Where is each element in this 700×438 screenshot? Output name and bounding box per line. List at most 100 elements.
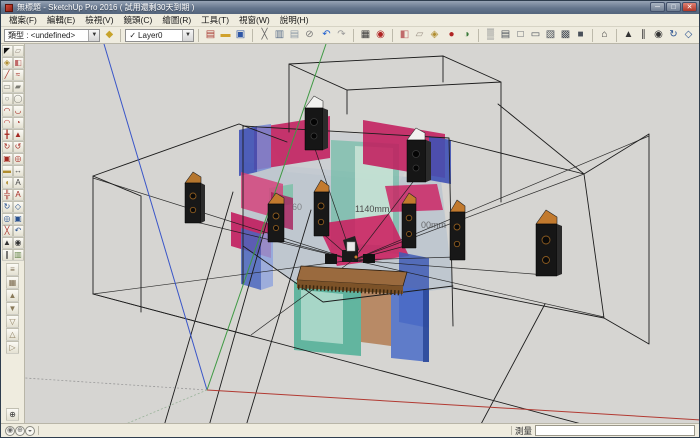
chevron-down-icon[interactable]: ▼	[88, 30, 99, 41]
smoove-icon[interactable]: ▲	[6, 289, 19, 302]
add-location-icon[interactable]: ●	[444, 28, 459, 43]
move-icon[interactable]: ╋	[2, 129, 13, 141]
new-icon[interactable]: ▤	[203, 28, 218, 43]
layer-combo[interactable]: ✓ Layer0 ▼	[125, 29, 194, 42]
push-pull-icon[interactable]: ▲	[13, 129, 24, 141]
axes-icon[interactable]: ╬	[2, 189, 13, 201]
line-icon[interactable]: ╱	[2, 69, 13, 81]
tape-measure-icon[interactable]: ▬	[2, 165, 13, 177]
3d-text-icon[interactable]: A	[13, 189, 24, 201]
follow-me-icon[interactable]: ↺	[13, 141, 24, 153]
walk-icon[interactable]: ∥	[636, 28, 651, 43]
scale-icon[interactable]: ▣	[2, 153, 13, 165]
zoom-icon[interactable]: ◎	[2, 213, 13, 225]
toolbar-separator	[616, 29, 617, 42]
make-component-icon[interactable]: ◈	[2, 57, 13, 69]
arc-icon[interactable]: ◠	[2, 117, 13, 129]
hidden-line-icon[interactable]: ▭	[528, 28, 543, 43]
measurements-input[interactable]	[535, 425, 695, 436]
menu-item-3[interactable]: 鏡頭(C)	[119, 14, 158, 27]
classifier-tag-icon[interactable]: ◆	[102, 28, 116, 43]
orbit-icon[interactable]: ↻	[666, 28, 681, 43]
pan-icon[interactable]: ◇	[681, 28, 696, 43]
monochrome-icon[interactable]: ■	[573, 28, 588, 43]
paste-icon[interactable]: ▤	[287, 28, 302, 43]
open-icon[interactable]: ▬	[218, 28, 233, 43]
geolocation-icon[interactable]: ◉	[5, 426, 15, 436]
copy-icon[interactable]: ▥	[272, 28, 287, 43]
shaded-icon[interactable]: ▧	[543, 28, 558, 43]
zoom-window-icon[interactable]: ▣	[13, 213, 24, 225]
from-contours-icon[interactable]: ≡	[6, 263, 19, 276]
print-icon[interactable]: ▦	[358, 28, 373, 43]
eraser-icon[interactable]: ▱	[412, 28, 427, 43]
orbit-icon[interactable]: ↻	[2, 201, 13, 213]
redo-icon[interactable]: ↷	[334, 28, 349, 43]
two-point-arc-icon[interactable]: ◠	[2, 105, 13, 117]
from-scratch-icon[interactable]: ▦	[6, 276, 19, 289]
rotate-icon[interactable]: ↻	[2, 141, 13, 153]
rotated-rectangle-icon[interactable]: ▰	[13, 81, 24, 93]
paint-bucket-icon[interactable]: ◧	[13, 57, 24, 69]
eraser-icon[interactable]: ▱	[13, 45, 24, 57]
flip-edge-icon[interactable]: ▷	[6, 341, 19, 354]
position-camera-icon[interactable]: ▲	[2, 237, 13, 249]
drape-icon[interactable]: ▽	[6, 315, 19, 328]
select-icon[interactable]: ◤	[2, 45, 13, 57]
save-icon[interactable]: ▣	[233, 28, 248, 43]
claim-credit-icon[interactable]: ⊕	[15, 426, 25, 436]
paint-bucket-icon[interactable]: ◧	[397, 28, 412, 43]
chevron-down-icon[interactable]: ▼	[182, 30, 193, 41]
walk-icon[interactable]: ∥	[2, 249, 13, 261]
zoom-extents-icon[interactable]: ╳	[2, 225, 13, 237]
menu-item-1[interactable]: 編輯(E)	[42, 14, 80, 27]
look-around-icon[interactable]: ◉	[651, 28, 666, 43]
protractor-icon[interactable]: ◖	[2, 177, 13, 189]
maximize-button[interactable]: □	[666, 2, 681, 12]
section-plane-icon[interactable]: ▥	[13, 249, 24, 261]
make-component-icon[interactable]: ◈	[427, 28, 442, 43]
freehand-icon[interactable]: ≈	[13, 69, 24, 81]
stamp-icon[interactable]: ▼	[6, 302, 19, 315]
close-button[interactable]: ✕	[682, 2, 697, 12]
compass-icon[interactable]: ⊕	[6, 408, 19, 421]
cut-icon[interactable]: ╳	[257, 28, 272, 43]
back-edges-icon[interactable]: ▤	[498, 28, 513, 43]
x-ray-icon[interactable]: ▒	[483, 28, 498, 43]
classifier-type-combo[interactable]: 類型 : <undefined> ▼	[4, 29, 100, 42]
model-3d-view[interactable]	[25, 44, 699, 423]
toolbar-separator	[592, 29, 593, 42]
previous-icon[interactable]: ↶	[13, 225, 24, 237]
pan-icon[interactable]: ◇	[13, 201, 24, 213]
wireframe-icon[interactable]: □	[513, 28, 528, 43]
offset-icon[interactable]: ◎	[13, 153, 24, 165]
dimension-icon[interactable]: ↔	[13, 165, 24, 177]
window-title: 無標題 - SketchUp Pro 2016 ( 試用還剩30天到期 )	[17, 4, 194, 12]
menu-item-0[interactable]: 檔案(F)	[4, 14, 42, 27]
menu-item-2[interactable]: 檢視(V)	[80, 14, 118, 27]
model-info-icon[interactable]: ◉	[373, 28, 388, 43]
position-camera-icon[interactable]: ▲	[621, 28, 636, 43]
sign-in-icon[interactable]: ◒	[25, 426, 35, 436]
text-icon[interactable]: A	[13, 177, 24, 189]
rectangle-icon[interactable]: ▭	[2, 81, 13, 93]
shaded-textures-icon[interactable]: ▩	[558, 28, 573, 43]
minimize-button[interactable]: ─	[650, 2, 665, 12]
menu-item-5[interactable]: 工具(T)	[196, 14, 234, 27]
erase-icon[interactable]: ⊘	[302, 28, 317, 43]
menu-item-7[interactable]: 說明(H)	[275, 14, 314, 27]
circle-icon[interactable]: ○	[2, 93, 13, 105]
statusbar-separator	[511, 426, 512, 435]
three-point-arc-icon[interactable]: ◡	[13, 105, 24, 117]
menu-item-4[interactable]: 繪圖(R)	[157, 14, 196, 27]
3d-warehouse-icon[interactable]: ⌂	[597, 28, 612, 43]
model-viewport[interactable]: 1140mm 00mm 60	[25, 44, 699, 423]
look-around-icon[interactable]: ◉	[13, 237, 24, 249]
polygon-icon[interactable]: ◯	[13, 93, 24, 105]
menu-item-6[interactable]: 視窗(W)	[234, 14, 275, 27]
undo-icon[interactable]: ↶	[319, 28, 334, 43]
add-detail-icon[interactable]: △	[6, 328, 19, 341]
toggle-terrain-icon[interactable]: ◑	[459, 28, 474, 43]
pie-icon[interactable]: ◔	[13, 117, 24, 129]
toolbar-separator	[252, 29, 253, 42]
